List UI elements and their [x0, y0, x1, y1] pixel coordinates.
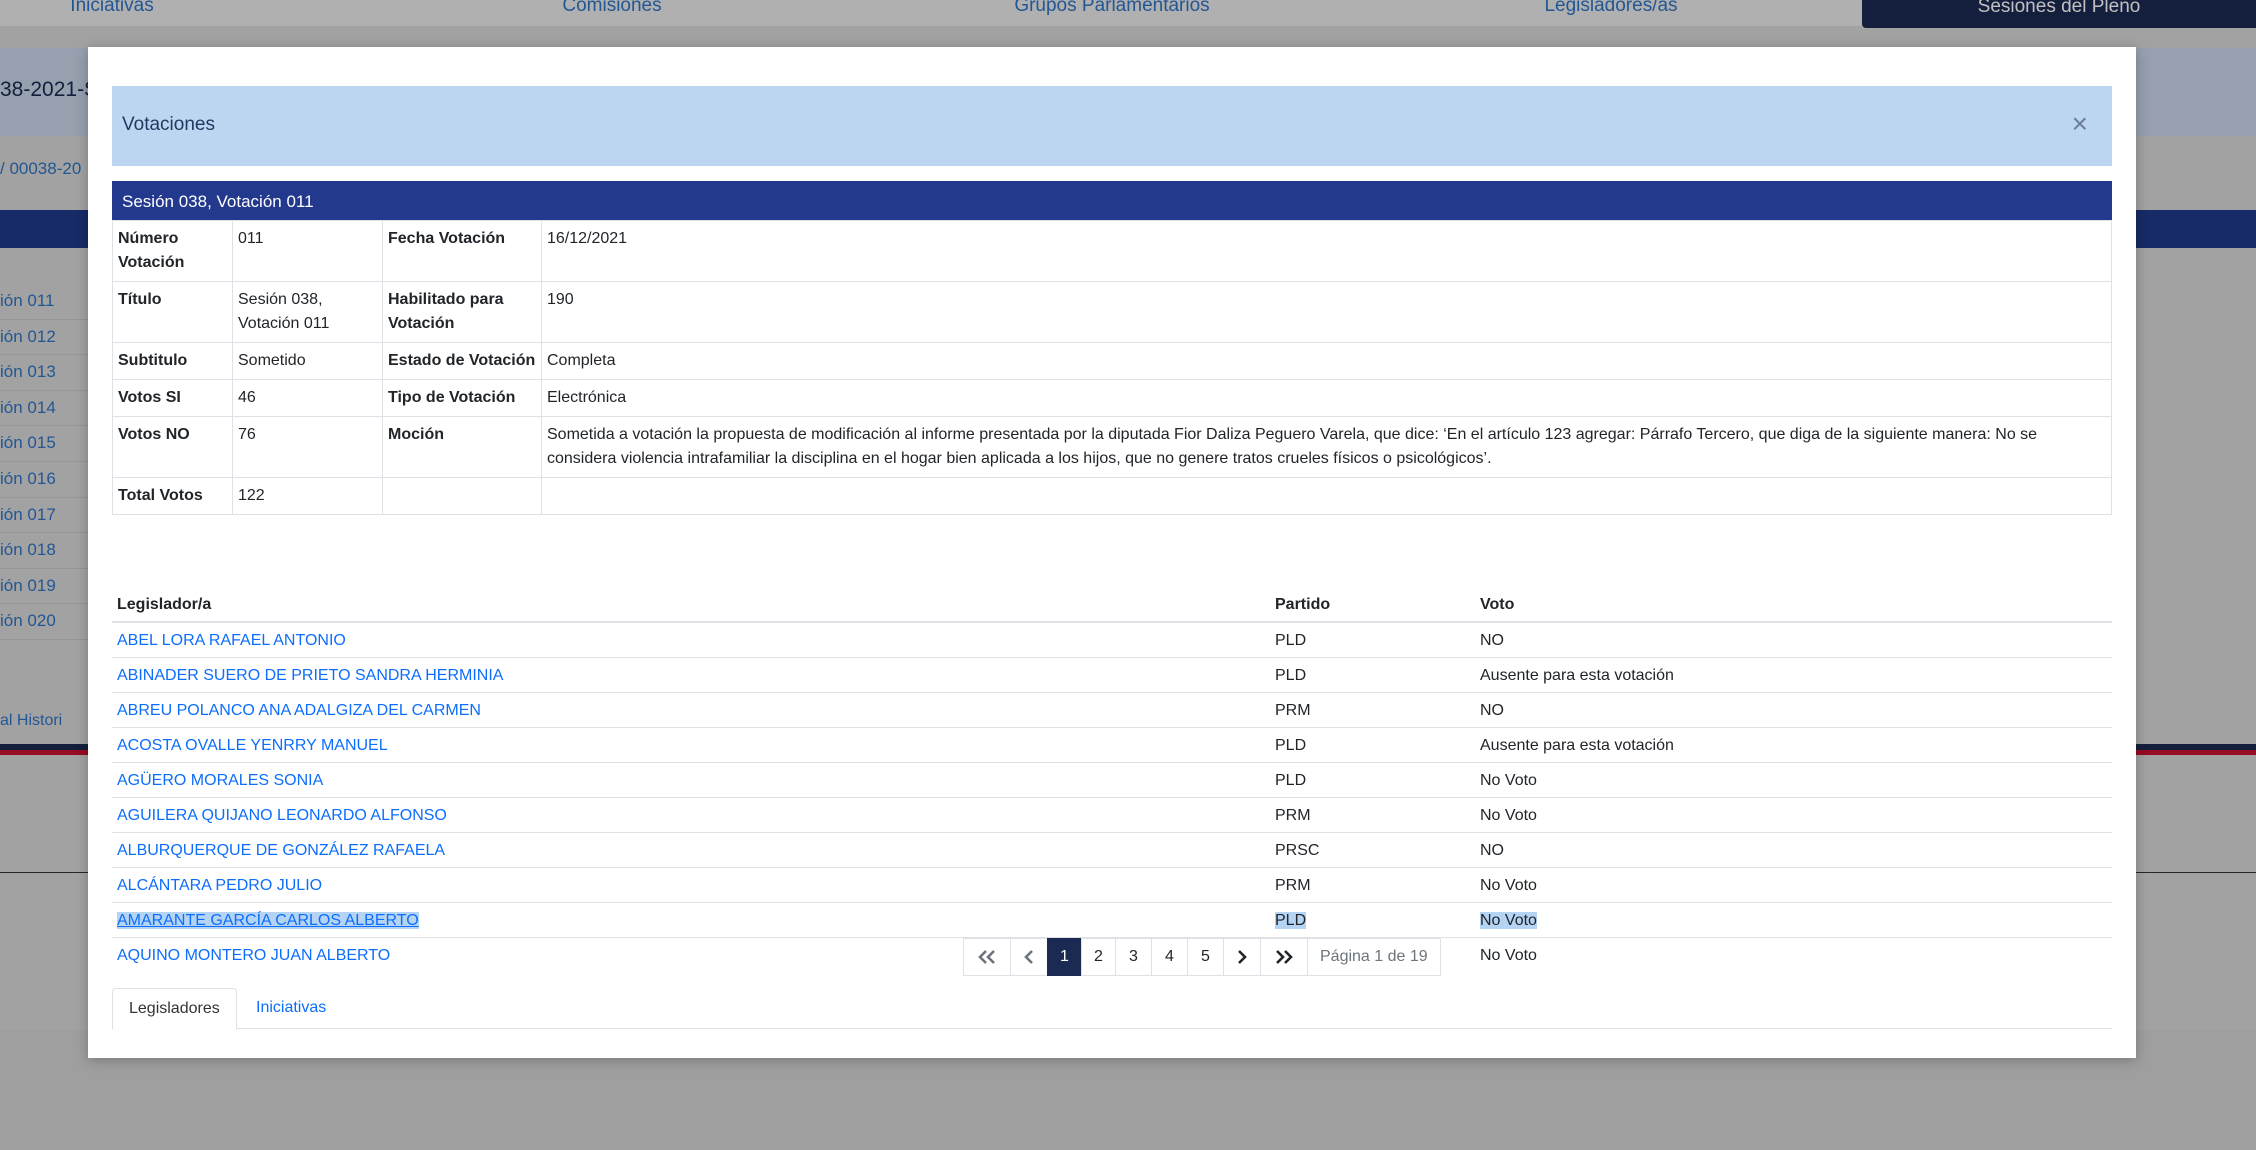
total-value: 122 — [232, 477, 383, 515]
party-cell: PRM — [1270, 867, 1475, 903]
tab-legisladores[interactable]: Legisladores — [112, 988, 237, 1030]
votos-si-label: Votos SI — [112, 379, 233, 417]
table-row: Votos NO 76 Moción Sometida a votación l… — [112, 416, 2112, 478]
page-4-button[interactable]: 4 — [1151, 938, 1188, 976]
vote-cell: NO — [1475, 832, 2112, 868]
party-cell: PRSC — [1270, 832, 1475, 868]
mocion-label: Moción — [382, 416, 542, 478]
page-2-button[interactable]: 2 — [1081, 938, 1116, 976]
first-page-icon — [978, 950, 995, 964]
estado-value: Completa — [541, 342, 2112, 380]
close-icon[interactable]: × — [2072, 108, 2088, 140]
party-cell: PLD — [1270, 657, 1475, 693]
table-row: ALBURQUERQUE DE GONZÁLEZ RAFAELA PRSC NO — [112, 832, 2112, 868]
table-row-selected: AMARANTE GARCÍA CARLOS ALBERTO PLD No Vo… — [112, 902, 2112, 938]
header-partido[interactable]: Partido — [1270, 588, 1475, 623]
last-page-button[interactable] — [1260, 938, 1308, 976]
header-voto[interactable]: Voto — [1475, 588, 2112, 623]
legislator-link[interactable]: AGUILERA QUIJANO LEONARDO ALFONSO — [117, 807, 447, 824]
subtitulo-label: Subtitulo — [112, 342, 233, 380]
vote-cell: NO — [1475, 621, 2112, 658]
table-row: AGUILERA QUIJANO LEONARDO ALFONSO PRM No… — [112, 797, 2112, 833]
first-page-button[interactable] — [963, 938, 1011, 976]
legislator-link[interactable]: ABEL LORA RAFAEL ANTONIO — [117, 632, 346, 649]
votos-no-value: 76 — [232, 416, 383, 478]
votaciones-modal: Votaciones × Sesión 038, Votación 011 Nú… — [88, 47, 2136, 1058]
vote-details-table: Número Votación 011 Fecha Votación 16/12… — [112, 220, 2112, 515]
section-title: Sesión 038, Votación 011 — [122, 192, 314, 211]
next-page-icon — [1238, 950, 1247, 964]
table-row: AGÜERO MORALES SONIA PLD No Voto — [112, 762, 2112, 798]
party-cell: PLD — [1270, 727, 1475, 763]
vote-cell: Ausente para esta votación — [1475, 727, 2112, 763]
table-row: Votos SI 46 Tipo de Votación Electrónica — [112, 379, 2112, 417]
numero-value: 011 — [232, 220, 383, 282]
party-cell: PLD — [1270, 621, 1475, 658]
table-row: ABEL LORA RAFAEL ANTONIO PLD NO — [112, 621, 2112, 658]
table-row: Total Votos 122 — [112, 477, 2112, 515]
next-page-button[interactable] — [1223, 938, 1261, 976]
legislator-link[interactable]: AQUINO MONTERO JUAN ALBERTO — [117, 947, 390, 964]
titulo-value: Sesión 038, Votación 011 — [232, 281, 383, 343]
legislator-link[interactable]: ABINADER SUERO DE PRIETO SANDRA HERMINIA — [117, 667, 503, 684]
page-3-button[interactable]: 3 — [1115, 938, 1152, 976]
votos-no-label: Votos NO — [112, 416, 233, 478]
habilitado-label: Habilitado para Votación — [382, 281, 542, 343]
party-cell: PLD — [1275, 912, 1307, 929]
party-cell: PLD — [1270, 762, 1475, 798]
section-title-bar: Sesión 038, Votación 011 — [112, 181, 2112, 220]
party-cell: PRM — [1270, 692, 1475, 728]
legislator-link[interactable]: ABREU POLANCO ANA ADALGIZA DEL CARMEN — [117, 702, 481, 719]
page-info: Página 1 de 19 — [1307, 938, 1441, 976]
votos-si-value: 46 — [232, 379, 383, 417]
mocion-value: Sometida a votación la propuesta de modi… — [541, 416, 2112, 478]
table-row: ABREU POLANCO ANA ADALGIZA DEL CARMEN PR… — [112, 692, 2112, 728]
vote-cell: No Voto — [1475, 797, 2112, 833]
modal-tabs: Legisladores Iniciativas — [112, 988, 2112, 1030]
legislator-link[interactable]: ALBURQUERQUE DE GONZÁLEZ RAFAELA — [117, 842, 445, 859]
modal-title: Votaciones — [122, 114, 215, 135]
header-legislador[interactable]: Legislador/a — [112, 588, 1270, 623]
legislator-link[interactable]: ALCÁNTARA PEDRO JULIO — [117, 877, 322, 894]
empty-cell — [541, 477, 2112, 515]
table-row: ABINADER SUERO DE PRIETO SANDRA HERMINIA… — [112, 657, 2112, 693]
titulo-label: Título — [112, 281, 233, 343]
estado-label: Estado de Votación — [382, 342, 542, 380]
empty-cell — [382, 477, 542, 515]
vote-cell: No Voto — [1475, 867, 2112, 903]
subtitulo-value: Sometido — [232, 342, 383, 380]
last-page-icon — [1276, 950, 1293, 964]
vote-cell: No Voto — [1475, 937, 2112, 972]
legislator-link[interactable]: ACOSTA OVALLE YENRRY MANUEL — [117, 737, 388, 754]
numero-label: Número Votación — [112, 220, 233, 282]
table-row: ALCÁNTARA PEDRO JULIO PRM No Voto — [112, 867, 2112, 903]
table-row: ACOSTA OVALLE YENRRY MANUEL PLD Ausente … — [112, 727, 2112, 763]
legislator-link[interactable]: AGÜERO MORALES SONIA — [117, 772, 323, 789]
vote-cell: Ausente para esta votación — [1475, 657, 2112, 693]
fecha-value: 16/12/2021 — [541, 220, 2112, 282]
total-label: Total Votos — [112, 477, 233, 515]
page-1-button[interactable]: 1 — [1047, 938, 1082, 976]
table-row: Subtitulo Sometido Estado de Votación Co… — [112, 342, 2112, 380]
table-row: Título Sesión 038, Votación 011 Habilita… — [112, 281, 2112, 343]
vote-cell: No Voto — [1475, 762, 2112, 798]
party-cell: PRM — [1270, 797, 1475, 833]
prev-page-icon — [1024, 950, 1033, 964]
page-5-button[interactable]: 5 — [1187, 938, 1224, 976]
table-row: Número Votación 011 Fecha Votación 16/12… — [112, 220, 2112, 282]
vote-cell: NO — [1475, 692, 2112, 728]
pagination: 1 2 3 4 5 Página 1 de 19 — [963, 938, 1441, 976]
tipo-label: Tipo de Votación — [382, 379, 542, 417]
legislators-table: Legislador/a Partido Voto ABEL LORA RAFA… — [112, 588, 2112, 972]
prev-page-button[interactable] — [1010, 938, 1048, 976]
tipo-value: Electrónica — [541, 379, 2112, 417]
fecha-label: Fecha Votación — [382, 220, 542, 282]
modal-header: Votaciones × — [112, 86, 2112, 166]
habilitado-value: 190 — [541, 281, 2112, 343]
legislator-link[interactable]: AMARANTE GARCÍA CARLOS ALBERTO — [117, 912, 419, 929]
table-header-row: Legislador/a Partido Voto — [112, 588, 2112, 623]
tab-iniciativas[interactable]: Iniciativas — [240, 988, 342, 1028]
vote-cell: No Voto — [1480, 912, 1537, 929]
